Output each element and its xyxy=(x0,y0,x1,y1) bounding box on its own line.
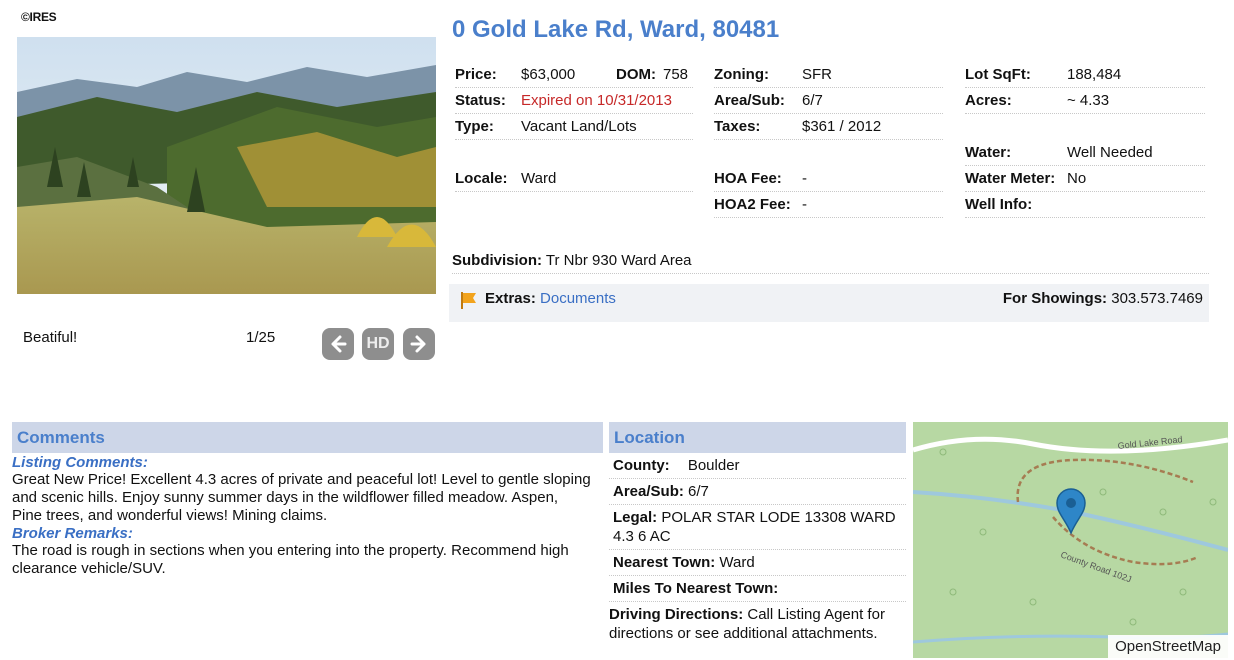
arrow-right-icon xyxy=(410,335,426,353)
taxes-row: Taxes: $361 / 2012 xyxy=(714,115,943,140)
area-sub-value: 6/7 xyxy=(802,92,823,109)
location-panel: Location County: Boulder Area/Sub: 6/7 L… xyxy=(609,422,906,643)
dom-value: 758 xyxy=(663,66,689,83)
county-label: County: xyxy=(613,457,670,474)
price-value: $63,000 xyxy=(521,66,576,83)
legal-label: Legal: xyxy=(613,509,658,526)
hoa-fee-value: - xyxy=(802,170,807,187)
documents-link[interactable]: Documents xyxy=(540,290,616,307)
well-info-label: Well Info: xyxy=(965,196,1033,213)
next-photo-button[interactable] xyxy=(403,328,435,360)
extras-field: Extras: Documents xyxy=(485,284,616,313)
subdivision-label: Subdivision: xyxy=(452,252,542,269)
hoa2-fee-value: - xyxy=(802,196,807,213)
photo-counter: 1/25 xyxy=(246,329,276,346)
extras-label: Extras: xyxy=(485,290,536,307)
nearest-town-value: Ward xyxy=(719,554,755,571)
location-area-sub-label: Area/Sub: xyxy=(613,483,684,500)
zoning-row: Zoning: SFR xyxy=(714,63,943,88)
type-row: Type: Vacant Land/Lots xyxy=(455,115,693,140)
location-area-sub-row: Area/Sub: 6/7 xyxy=(609,479,906,505)
water-meter-value: No xyxy=(1067,170,1087,187)
area-sub-row: Area/Sub: 6/7 xyxy=(714,89,943,114)
broker-remarks-text: The road is rough in sections when you e… xyxy=(12,542,569,577)
dom-label: DOM: xyxy=(616,66,656,83)
water-row: Water: Well Needed xyxy=(965,141,1205,166)
county-value: Boulder xyxy=(687,457,740,474)
arrow-left-icon xyxy=(331,335,347,353)
water-meter-row: Water Meter: No xyxy=(965,167,1205,192)
zoning-value: SFR xyxy=(802,66,832,83)
subdivision-row: Subdivision: Tr Nbr 930 Ward Area xyxy=(452,249,1209,274)
extras-bar: Extras: Documents For Showings: 303.573.… xyxy=(449,284,1209,322)
photo-caption: Beatiful! xyxy=(23,329,78,346)
miles-to-town-row: Miles To Nearest Town: xyxy=(609,576,906,602)
locale-row: Locale: Ward xyxy=(455,167,693,192)
listing-comments-text: Great New Price! Excellent 4.3 acres of … xyxy=(12,471,591,524)
hoa2-fee-row: HOA2 Fee: - xyxy=(714,193,943,218)
hoa2-fee-label: HOA2 Fee: xyxy=(714,196,791,213)
water-value: Well Needed xyxy=(1067,144,1153,161)
broker-remarks-label: Broker Remarks: xyxy=(12,525,133,542)
showings-phone: 303.573.7469 xyxy=(1111,290,1203,307)
locale-value: Ward xyxy=(521,170,557,187)
map-attribution[interactable]: OpenStreetMap xyxy=(1108,635,1228,658)
lot-sqft-row: Lot SqFt: 188,484 xyxy=(965,63,1205,88)
zoning-label: Zoning: xyxy=(714,66,769,83)
subdivision-value: Tr Nbr 930 Ward Area xyxy=(545,252,692,269)
location-header: Location xyxy=(609,422,906,453)
hd-button[interactable]: HD xyxy=(362,328,394,360)
previous-photo-button[interactable] xyxy=(322,328,354,360)
listing-comments-label: Listing Comments: xyxy=(12,454,148,471)
location-area-sub-value: 6/7 xyxy=(688,483,709,500)
driving-directions: Driving Directions: Call Listing Agent f… xyxy=(609,602,906,643)
nearest-town-row: Nearest Town: Ward xyxy=(609,550,906,576)
flag-icon xyxy=(461,292,476,309)
hoa-fee-row: HOA Fee: - xyxy=(714,167,943,192)
nearest-town-label: Nearest Town: xyxy=(613,554,716,571)
type-value: Vacant Land/Lots xyxy=(521,118,637,135)
listing-photo[interactable] xyxy=(17,37,436,294)
legal-row: Legal: POLAR STAR LODE 13308 WARD 4.3 6 … xyxy=(609,505,906,550)
locale-label: Locale: xyxy=(455,170,508,187)
driving-directions-label: Driving Directions: xyxy=(609,606,744,623)
status-value: Expired on 10/31/2013 xyxy=(521,92,672,109)
water-meter-label: Water Meter: xyxy=(965,170,1056,187)
well-info-row: Well Info: xyxy=(965,193,1205,218)
map-tiles: Gold Lake Road County Road 102J xyxy=(913,422,1228,658)
type-label: Type: xyxy=(455,118,494,135)
price-label: Price: xyxy=(455,66,497,83)
area-sub-label: Area/Sub: xyxy=(714,92,785,109)
lot-sqft-label: Lot SqFt: xyxy=(965,66,1031,83)
acres-row: Acres: ~ 4.33 xyxy=(965,89,1205,114)
miles-to-town-label: Miles To Nearest Town: xyxy=(613,580,779,597)
location-map[interactable]: Gold Lake Road County Road 102J OpenStre… xyxy=(913,422,1228,658)
map-pin-icon[interactable] xyxy=(1055,487,1087,535)
comments-panel: Comments Listing Comments: Great New Pri… xyxy=(12,422,603,578)
lot-sqft-value: 188,484 xyxy=(1067,66,1122,83)
acres-value: ~ 4.33 xyxy=(1067,92,1110,109)
taxes-label: Taxes: xyxy=(714,118,761,135)
ires-logo: ©IRES xyxy=(21,10,57,24)
price-row: Price: $63,000 DOM: 758 xyxy=(455,63,693,88)
county-row: County: Boulder xyxy=(609,453,906,479)
listing-address-title: 0 Gold Lake Rd, Ward, 80481 xyxy=(452,16,780,43)
hoa-fee-label: HOA Fee: xyxy=(714,170,782,187)
showings-field: For Showings: 303.573.7469 xyxy=(1003,284,1203,313)
taxes-value: $361 / 2012 xyxy=(802,118,882,135)
comments-header: Comments xyxy=(12,422,603,453)
landscape-image xyxy=(17,37,436,294)
water-label: Water: xyxy=(965,144,1012,161)
showings-label: For Showings: xyxy=(1002,290,1108,307)
acres-label: Acres: xyxy=(965,92,1012,109)
status-label: Status: xyxy=(455,92,506,109)
status-row: Status: Expired on 10/31/2013 xyxy=(455,89,693,114)
